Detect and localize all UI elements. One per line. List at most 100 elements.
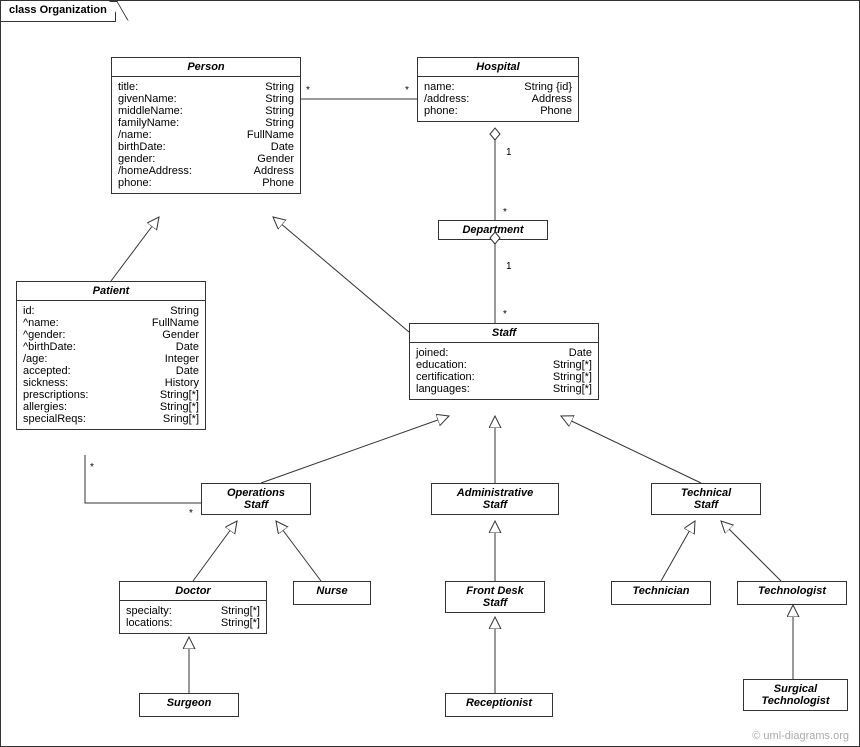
class-doctor: Doctor specialty:String[*]locations:Stri… xyxy=(119,581,267,634)
attr-row: /homeAddress:Address xyxy=(118,165,294,177)
attr-type: String {id} xyxy=(516,81,572,93)
class-title: Patient xyxy=(17,282,205,301)
attr-type: String[*] xyxy=(152,401,199,413)
frame-tab: class Organization xyxy=(0,0,116,22)
class-department: Department xyxy=(438,220,548,240)
attr-name: certification: xyxy=(416,371,545,383)
class-title: Front DeskStaff xyxy=(446,582,544,612)
tab-fold-icon xyxy=(109,1,129,21)
multiplicity: 1 xyxy=(506,261,512,272)
attr-name: /homeAddress: xyxy=(118,165,246,177)
attr-row: /age:Integer xyxy=(23,353,199,365)
attr-name: education: xyxy=(416,359,545,371)
class-nurse: Nurse xyxy=(293,581,371,605)
attr-type: Date xyxy=(168,365,199,377)
attr-row: name:String {id} xyxy=(424,81,572,93)
attr-type: Address xyxy=(524,93,572,105)
attr-type: Date xyxy=(263,141,294,153)
attr-type: String[*] xyxy=(545,359,592,371)
class-receptionist: Receptionist xyxy=(445,693,553,717)
attr-name: phone: xyxy=(424,105,532,117)
multiplicity: * xyxy=(189,508,193,519)
attr-type: String[*] xyxy=(152,389,199,401)
attr-type: String xyxy=(257,117,294,129)
attr-row: joined:Date xyxy=(416,347,592,359)
attr-type: Gender xyxy=(154,329,199,341)
attr-type: String xyxy=(257,81,294,93)
class-attrs: specialty:String[*]locations:String[*] xyxy=(120,601,266,633)
attr-type: String xyxy=(162,305,199,317)
attr-row: phone:Phone xyxy=(424,105,572,117)
attr-row: allergies:String[*] xyxy=(23,401,199,413)
attr-type: String xyxy=(257,105,294,117)
attr-name: ^gender: xyxy=(23,329,154,341)
attr-name: /address: xyxy=(424,93,524,105)
class-surgical-technologist: SurgicalTechnologist xyxy=(743,679,848,711)
class-surgeon: Surgeon xyxy=(139,693,239,717)
attr-row: certification:String[*] xyxy=(416,371,592,383)
class-attrs: joined:Dateeducation:String[*]certificat… xyxy=(410,343,598,399)
attr-type: String[*] xyxy=(213,617,260,629)
class-attrs: name:String {id}/address:Addressphone:Ph… xyxy=(418,77,578,121)
multiplicity: * xyxy=(90,462,94,473)
class-title: SurgicalTechnologist xyxy=(744,680,847,710)
class-title: TechnicalStaff xyxy=(652,484,760,514)
attr-name: /age: xyxy=(23,353,157,365)
attr-type: History xyxy=(157,377,199,389)
attr-row: locations:String[*] xyxy=(126,617,260,629)
attr-row: prescriptions:String[*] xyxy=(23,389,199,401)
class-title: AdministrativeStaff xyxy=(432,484,558,514)
class-title: Technologist xyxy=(738,582,846,600)
attr-type: FullName xyxy=(144,317,199,329)
attr-row: title:String xyxy=(118,81,294,93)
multiplicity: * xyxy=(503,207,507,218)
attr-row: givenName:String xyxy=(118,93,294,105)
class-title: Surgeon xyxy=(140,694,238,712)
attr-row: education:String[*] xyxy=(416,359,592,371)
class-attrs: id:String^name:FullName^gender:Gender^bi… xyxy=(17,301,205,429)
class-person: Person title:StringgivenName:Stringmiddl… xyxy=(111,57,301,194)
attr-row: birthDate:Date xyxy=(118,141,294,153)
attr-type: String[*] xyxy=(213,605,260,617)
class-title: Doctor xyxy=(120,582,266,601)
attr-row: sickness:History xyxy=(23,377,199,389)
class-hospital: Hospital name:String {id}/address:Addres… xyxy=(417,57,579,122)
attr-name: middleName: xyxy=(118,105,257,117)
attr-name: name: xyxy=(424,81,516,93)
class-title: Staff xyxy=(410,324,598,343)
attr-name: id: xyxy=(23,305,162,317)
attr-name: ^name: xyxy=(23,317,144,329)
attr-name: birthDate: xyxy=(118,141,263,153)
attr-type: Phone xyxy=(532,105,572,117)
class-technician: Technician xyxy=(611,581,711,605)
attr-name: /name: xyxy=(118,129,239,141)
multiplicity: * xyxy=(306,85,310,96)
attr-name: givenName: xyxy=(118,93,257,105)
attr-row: /name:FullName xyxy=(118,129,294,141)
attr-name: specialty: xyxy=(126,605,213,617)
attr-row: ^name:FullName xyxy=(23,317,199,329)
class-title: Person xyxy=(112,58,300,77)
frame-title: class Organization xyxy=(9,4,107,16)
attr-name: allergies: xyxy=(23,401,152,413)
class-title: OperationsStaff xyxy=(202,484,310,514)
class-patient: Patient id:String^name:FullName^gender:G… xyxy=(16,281,206,430)
attr-type: Sring[*] xyxy=(155,413,199,425)
attr-name: languages: xyxy=(416,383,545,395)
attr-type: Integer xyxy=(157,353,199,365)
attr-name: phone: xyxy=(118,177,254,189)
multiplicity: * xyxy=(503,309,507,320)
attr-row: middleName:String xyxy=(118,105,294,117)
attr-type: String[*] xyxy=(545,371,592,383)
attr-row: gender:Gender xyxy=(118,153,294,165)
attr-type: Date xyxy=(561,347,592,359)
attr-name: prescriptions: xyxy=(23,389,152,401)
class-attrs: title:StringgivenName:StringmiddleName:S… xyxy=(112,77,300,193)
attr-row: ^birthDate:Date xyxy=(23,341,199,353)
attr-type: FullName xyxy=(239,129,294,141)
attr-row: specialty:String[*] xyxy=(126,605,260,617)
attr-name: gender: xyxy=(118,153,249,165)
class-front-desk-staff: Front DeskStaff xyxy=(445,581,545,613)
attr-name: specialReqs: xyxy=(23,413,155,425)
attr-name: title: xyxy=(118,81,257,93)
